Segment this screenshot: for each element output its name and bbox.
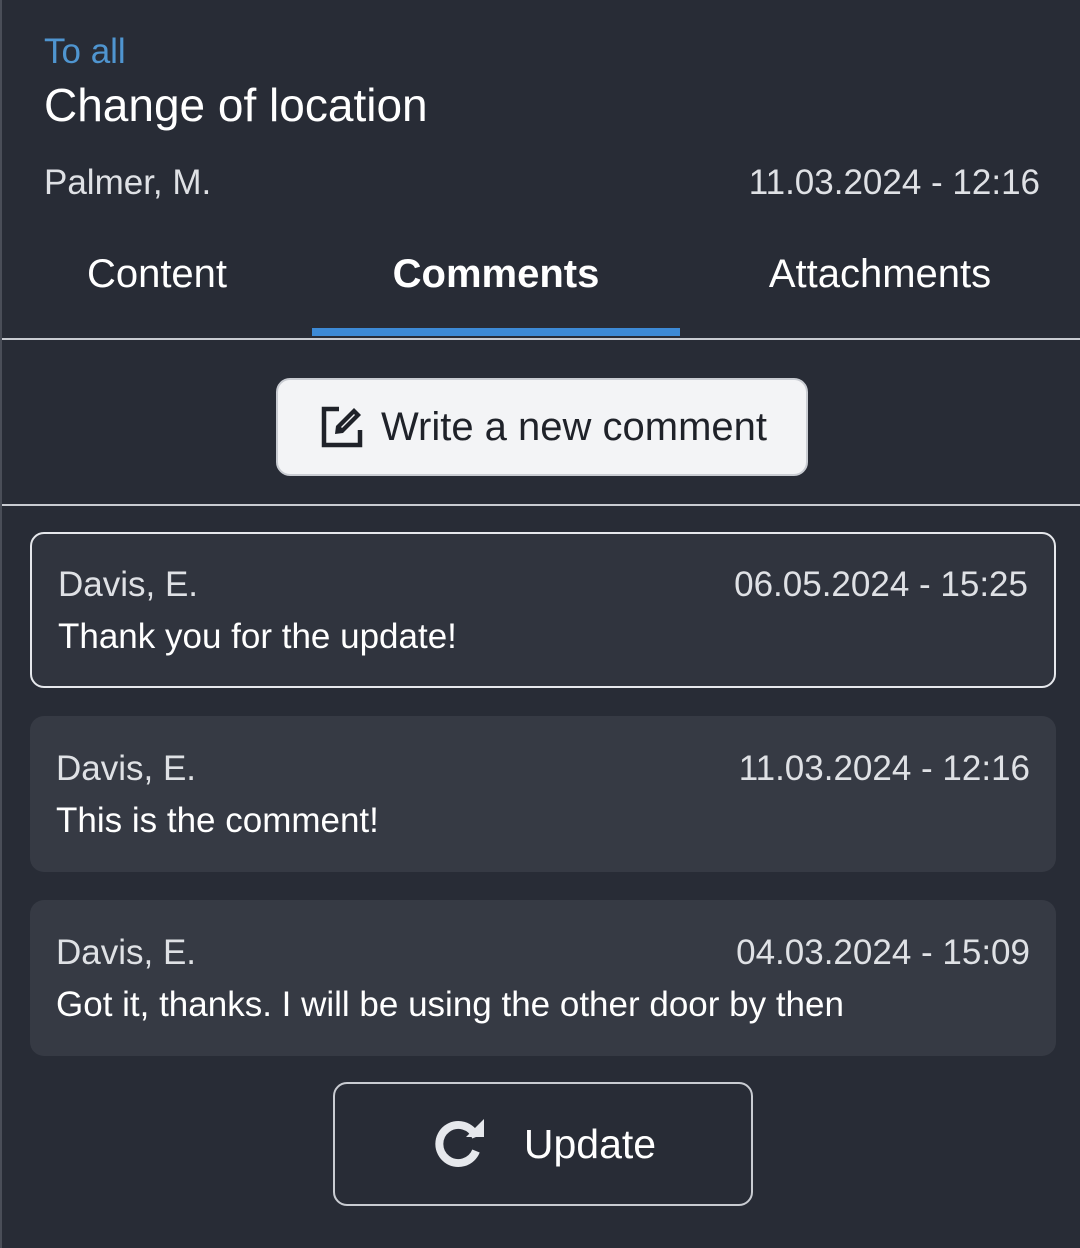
comment-card[interactable]: Davis, E. 11.03.2024 - 12:16 This is the…: [30, 716, 1056, 872]
tab-attachments[interactable]: Attachments: [730, 250, 1030, 298]
comment-text: Thank you for the update!: [58, 617, 457, 656]
comment-author: Davis, E.: [56, 933, 197, 972]
comment-date: 11.03.2024 - 12:16: [738, 749, 1030, 788]
page-title: Change of location: [44, 79, 428, 131]
comment-date: 06.05.2024 - 15:25: [734, 565, 1028, 604]
tab-comments[interactable]: Comments: [312, 250, 680, 298]
tab-content[interactable]: Content: [62, 250, 252, 298]
comment-author: Davis, E.: [58, 565, 199, 604]
comment-author: Davis, E.: [56, 749, 197, 788]
active-tab-indicator: [312, 328, 680, 336]
write-comment-button[interactable]: Write a new comment: [276, 378, 808, 476]
audience-label: To all: [44, 32, 126, 71]
comment-card[interactable]: Davis, E. 04.03.2024 - 15:09 Got it, tha…: [30, 900, 1056, 1056]
update-label: Update: [523, 1120, 657, 1167]
comment-text: Got it, thanks. I will be using the othe…: [56, 985, 844, 1024]
message-date: 11.03.2024 - 12:16: [748, 163, 1040, 202]
comment-date: 04.03.2024 - 15:09: [736, 933, 1030, 972]
edit-icon: [317, 402, 367, 452]
refresh-icon: [430, 1115, 488, 1173]
comment-card[interactable]: Davis, E. 06.05.2024 - 15:25 Thank you f…: [30, 532, 1056, 688]
message-author: Palmer, M.: [44, 163, 212, 202]
comment-text: This is the comment!: [56, 801, 379, 840]
update-button[interactable]: Update: [333, 1082, 753, 1206]
section-divider: [2, 504, 1080, 506]
write-comment-label: Write a new comment: [380, 404, 768, 449]
tab-bar: Content Comments Attachments: [2, 230, 1080, 340]
